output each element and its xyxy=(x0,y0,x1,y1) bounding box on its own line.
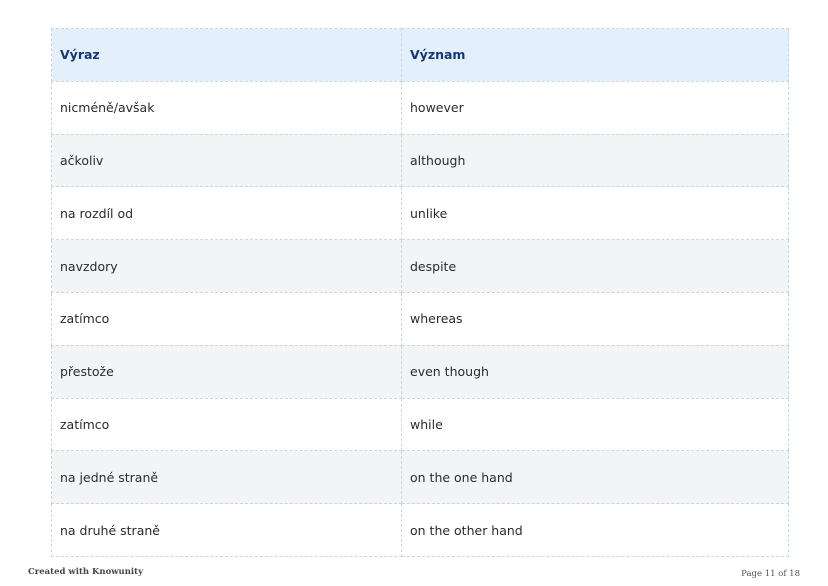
table-row: na jedné straně on the one hand xyxy=(51,450,789,505)
meaning-cell: despite xyxy=(401,239,789,293)
column-header-expression: Výraz xyxy=(51,28,402,82)
meaning-cell: although xyxy=(401,133,789,188)
meaning-cell: while xyxy=(401,397,789,452)
expression-cell: zatímco xyxy=(51,291,402,346)
footer-credit: Created with Knowunity xyxy=(28,567,144,577)
expression-cell: na rozdíl od xyxy=(51,186,402,241)
table-row: nicméně/avšak however xyxy=(51,80,789,135)
table-row: ačkoliv although xyxy=(51,133,789,188)
meaning-cell: however xyxy=(401,80,789,135)
table-row: na druhé straně on the other hand xyxy=(51,503,789,557)
meaning-cell: on the other hand xyxy=(401,503,789,557)
expression-cell: ačkoliv xyxy=(51,133,402,188)
table-row: na rozdíl od unlike xyxy=(51,186,789,241)
document-page: Výraz Význam nicméně/avšak however ačkol… xyxy=(0,0,828,586)
table-header-row: Výraz Význam xyxy=(51,28,789,82)
vocabulary-table: Výraz Význam nicméně/avšak however ačkol… xyxy=(51,28,789,557)
expression-cell: na jedné straně xyxy=(51,450,402,505)
expression-cell: přestože xyxy=(51,344,402,399)
expression-cell: nicméně/avšak xyxy=(51,80,402,135)
meaning-cell: whereas xyxy=(401,291,789,346)
column-header-meaning: Význam xyxy=(401,28,789,82)
meaning-cell: unlike xyxy=(401,186,789,241)
expression-cell: zatímco xyxy=(51,397,402,452)
expression-cell: navzdory xyxy=(51,239,402,293)
table-row: zatímco whereas xyxy=(51,291,789,346)
meaning-cell: even though xyxy=(401,344,789,399)
page-number: Page 11 of 18 xyxy=(741,569,800,579)
meaning-cell: on the one hand xyxy=(401,450,789,505)
expression-cell: na druhé straně xyxy=(51,503,402,557)
table-row: navzdory despite xyxy=(51,239,789,293)
table-row: zatímco while xyxy=(51,397,789,452)
table-row: přestože even though xyxy=(51,344,789,399)
